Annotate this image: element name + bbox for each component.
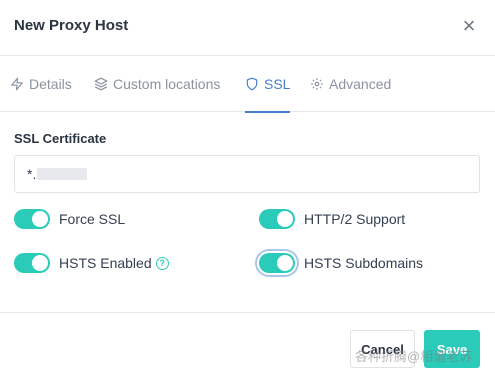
tab-ssl[interactable]: SSL [245,56,291,113]
tab-advanced[interactable]: Advanced [310,56,391,112]
ssl-certificate-label: SSL Certificate [14,131,107,146]
hsts-subdomains-switch[interactable] [259,253,295,273]
modal-header: New Proxy Host × [0,0,495,56]
force-ssl-toggle-row[interactable]: Force SSL [14,209,125,229]
hsts-enabled-label: HSTS Enabled [59,255,152,271]
modal-title: New Proxy Host [14,17,129,34]
http2-switch[interactable] [259,209,295,229]
redacted-domain [37,168,88,180]
help-icon[interactable]: ? [155,256,169,270]
tab-details[interactable]: Details [10,56,72,112]
watermark: 各种折腾@相谐老苏 [355,349,473,364]
http2-label: HTTP/2 Support [304,211,406,227]
hsts-enabled-toggle-row[interactable]: HSTS Enabled ? [14,253,169,273]
zap-icon [11,77,23,91]
tab-advanced-label: Advanced [329,76,392,92]
layers-icon [94,77,108,91]
force-ssl-label: Force SSL [59,211,126,227]
gear-icon [311,78,323,90]
force-ssl-switch[interactable] [14,209,50,229]
tab-bar: Details Custom locations SSL Advanced [0,56,495,113]
http2-toggle-row[interactable]: HTTP/2 Support [259,209,405,229]
close-icon[interactable]: × [459,15,479,37]
ssl-certificate-select[interactable]: *. [14,155,480,193]
hsts-subdomains-toggle-row[interactable]: HSTS Subdomains [259,253,423,273]
tab-details-label: Details [29,76,72,92]
hsts-enabled-switch[interactable] [14,253,50,273]
tab-ssl-label: SSL [264,76,291,92]
tab-custom-locations[interactable]: Custom locations [94,56,220,112]
shield-icon [246,77,258,91]
tab-custom-locations-label: Custom locations [113,76,221,92]
ssl-certificate-value: *. [27,166,37,182]
hsts-subdomains-label: HSTS Subdomains [304,255,424,271]
